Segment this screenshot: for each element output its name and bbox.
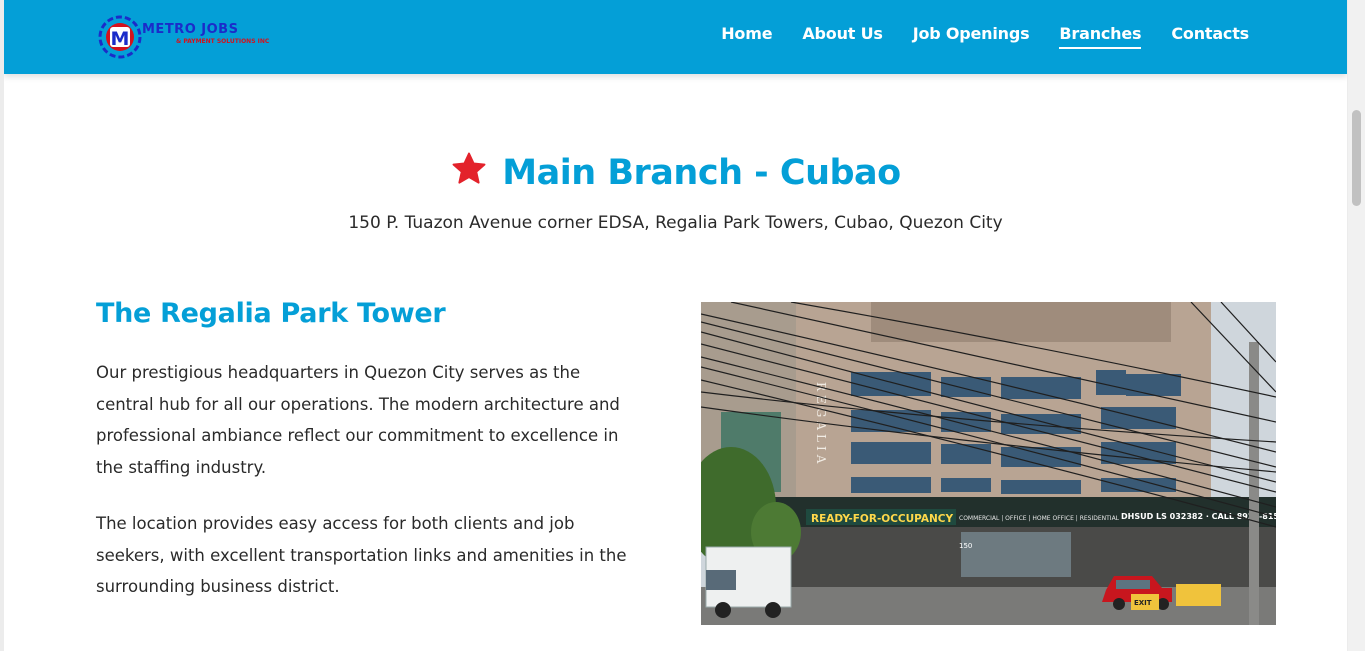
branch-title-text: Main Branch - Cubao: [502, 153, 901, 193]
company-logo[interactable]: M METRO JOBS & PAYMENT SOLUTIONS INC: [96, 12, 286, 62]
section-paragraph-1: Our prestigious headquarters in Quezon C…: [96, 363, 620, 478]
browser-viewport: M METRO JOBS & PAYMENT SOLUTIONS INC Hom…: [4, 0, 1347, 651]
section-title: The Regalia Park Tower: [96, 298, 446, 329]
page-scrollbar[interactable]: [1348, 0, 1365, 651]
top-navbar: M METRO JOBS & PAYMENT SOLUTIONS INC Hom…: [4, 0, 1347, 74]
nav-job-openings[interactable]: Job Openings: [913, 24, 1030, 49]
svg-text:M: M: [111, 28, 130, 50]
logo-badge-icon: M: [98, 15, 142, 59]
branch-heading: Main Branch - Cubao: [4, 150, 1347, 193]
svg-text:EXIT: EXIT: [1134, 599, 1152, 607]
logo-sub-text: & PAYMENT SOLUTIONS INC: [176, 38, 270, 45]
svg-text:150: 150: [959, 542, 972, 550]
scrollbar-thumb[interactable]: [1352, 110, 1361, 206]
nav-about-us[interactable]: About Us: [802, 24, 883, 49]
nav-branches[interactable]: Branches: [1059, 24, 1142, 49]
logo-main-text: METRO JOBS: [142, 22, 239, 37]
building-image: REGALIA READY-FOR-OCCUPANCY COMMERCIAL |…: [701, 302, 1276, 625]
svg-text:READY-FOR-OCCUPANCY: READY-FOR-OCCUPANCY: [811, 513, 954, 525]
section-paragraph-2: The location provides easy access for bo…: [96, 514, 627, 597]
nav-home[interactable]: Home: [721, 24, 772, 49]
star-icon: [452, 152, 486, 184]
regalia-building-photo: REGALIA READY-FOR-OCCUPANCY COMMERCIAL |…: [701, 302, 1276, 625]
branch-address: 150 P. Tuazon Avenue corner EDSA, Regali…: [348, 213, 1003, 233]
main-navigation: Home About Us Job Openings Branches Cont…: [721, 24, 1249, 49]
svg-text:COMMERCIAL | OFFICE | HOME OFF: COMMERCIAL | OFFICE | HOME OFFICE | RESI…: [959, 515, 1120, 522]
svg-text:REGALIA: REGALIA: [814, 382, 828, 467]
nav-contacts[interactable]: Contacts: [1171, 24, 1249, 49]
